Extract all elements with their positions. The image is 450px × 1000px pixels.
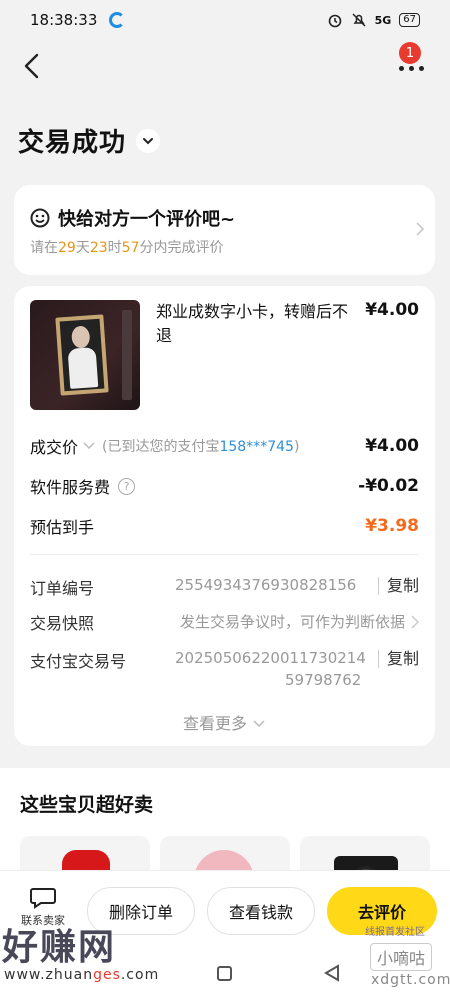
help-icon[interactable]: ? (118, 477, 136, 495)
order-number-value: 2554934376930828156 (175, 576, 357, 594)
back-triangle-icon[interactable] (323, 964, 341, 982)
battery-icon: 67 (399, 13, 420, 27)
watermark-url: www.zhuanges.com (4, 967, 159, 983)
countdown-suffix: 分内完成评价 (139, 240, 224, 256)
alipay-account: 158***745 (219, 439, 294, 455)
deal-price-row: 成交价 (已到达您的支付宝158***745) ¥4.00 (30, 434, 419, 458)
chevron-down-icon[interactable] (136, 128, 161, 153)
back-button[interactable] (18, 50, 48, 82)
estimated-label: 预估到手 (30, 518, 95, 537)
review-heading: 快给对方一个评价吧~ (58, 209, 236, 230)
alipay-number-line2: 59798762 (285, 671, 362, 689)
watermark-right-top: 线报首发社区 (365, 927, 425, 938)
deal-price-note: (已到达您的支付宝158***745) (102, 436, 299, 456)
smiley-icon (30, 208, 50, 228)
alipay-number-line1: 20250506220011730214 (175, 649, 366, 667)
chevron-left-icon (24, 53, 39, 79)
see-more-button[interactable]: 查看更多 (14, 710, 435, 734)
dot-icon (418, 65, 424, 71)
status-icons: 5G 67 (327, 12, 420, 28)
notification-badge: 1 (399, 42, 421, 64)
status-time: 18:38:33 (30, 11, 98, 29)
chevron-right-icon (416, 222, 425, 236)
product-title[interactable]: 郑业成数字小卡，转赠后不退 (156, 300, 356, 348)
product-image[interactable] (30, 300, 140, 410)
chevron-right-icon (411, 615, 419, 629)
countdown-hours: 23 (89, 240, 108, 256)
recommend-title: 这些宝贝超好卖 (20, 794, 154, 816)
countdown-hours-unit: 时 (107, 240, 122, 256)
countdown-prefix: 请在 (30, 240, 58, 256)
view-money-button[interactable]: 查看钱款 (207, 887, 315, 935)
copy-alipay-number-button[interactable]: 复制 (377, 650, 419, 668)
watermark-url-prefix: www.zhuan (4, 967, 94, 983)
countdown-minutes: 57 (121, 240, 140, 256)
watermark-right-bottom: xdgtt.com (371, 972, 450, 988)
watermark-brand: 好赚网 (2, 927, 117, 968)
deal-price-value: ¥4.00 (365, 436, 419, 456)
countdown-days-unit: 天 (75, 240, 90, 256)
estimated-value: ¥3.98 (365, 516, 419, 536)
deal-price-label: 成交价 (30, 438, 79, 457)
order-number-row: 订单编号 2554934376930828156 复制 (30, 575, 419, 598)
review-heading-row: 快给对方一个评价吧~ (30, 205, 235, 231)
order-number-label: 订单编号 (30, 579, 95, 598)
review-countdown: 请在29天23时57分内完成评价 (30, 237, 223, 257)
status-bar: 18:38:33 5G 67 (0, 0, 450, 40)
chevron-down-icon[interactable] (82, 441, 96, 451)
service-fee-label: 软件服务费 (30, 478, 111, 497)
alipay-number-row: 支付宝交易号 20250506220011730214 59798762 复制 (30, 648, 419, 694)
service-fee-row: 软件服务费 ? -¥0.02 (30, 474, 419, 498)
app-notification-icon (109, 12, 126, 28)
dot-icon (398, 65, 404, 71)
watermark-url-highlight: ges (93, 967, 121, 983)
review-prompt-card[interactable]: 快给对方一个评价吧~ 请在29天23时57分内完成评价 (14, 185, 435, 275)
copy-order-number-button[interactable]: 复制 (377, 577, 419, 595)
deal-note-suffix: ) (293, 439, 300, 455)
photo-frame-shape (55, 314, 109, 396)
deal-note-prefix: (已到达您的支付宝 (102, 439, 220, 455)
snapshot-row[interactable]: 交易快照 发生交易争议时，可作为判断依据 (30, 610, 419, 633)
network-indicator: 5G (374, 13, 392, 27)
estimated-row: 预估到手 ¥3.98 (30, 514, 419, 538)
snapshot-hint: 发生交易争议时，可作为判断依据 (179, 613, 405, 631)
page-title: 交易成功 (18, 128, 127, 158)
watermark-right-mid: 小嘀咕 (370, 943, 433, 971)
page-title-row[interactable]: 交易成功 (18, 122, 161, 159)
order-detail-card: 郑业成数字小卡，转赠后不退 ¥4.00 成交价 (已到达您的支付宝158***7… (14, 286, 435, 746)
alarm-icon (328, 14, 341, 28)
mute-icon (352, 13, 366, 27)
nav-bar: 1 (0, 40, 450, 95)
countdown-days: 29 (58, 240, 76, 256)
chevron-down-icon (253, 720, 265, 728)
divider (30, 554, 419, 555)
chat-bubble-icon (30, 888, 56, 909)
home-icon[interactable] (217, 966, 232, 981)
product-price: ¥4.00 (365, 300, 419, 320)
service-fee-value: -¥0.02 (358, 476, 419, 496)
dot-icon (408, 65, 414, 71)
see-more-label: 查看更多 (182, 714, 247, 733)
watermark-url-suffix: .com (120, 967, 160, 983)
alipay-number-label: 支付宝交易号 (30, 652, 127, 671)
snapshot-label: 交易快照 (30, 614, 95, 633)
